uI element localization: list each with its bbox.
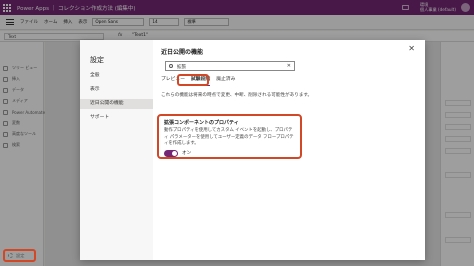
description-text: これらの機能は将来の時点で変更、中断、削除される可能性があります。 xyxy=(161,93,313,98)
search-input[interactable]: 拡張 ✕ xyxy=(165,61,295,71)
toggle-row: オン xyxy=(164,149,295,157)
feature-card: 拡張コンポーネントのプロパティ 動作プロパティを使用してカスタム イベントを起動… xyxy=(157,114,302,159)
gear-icon xyxy=(8,253,13,258)
settings-button[interactable]: 設定 xyxy=(3,249,36,262)
settings-nav: 設定 全般 表示 近日公開の機能 サポート xyxy=(80,40,153,260)
toggle-label: オン xyxy=(182,151,192,156)
clear-icon[interactable]: ✕ xyxy=(287,63,291,69)
nav-item-support[interactable]: サポート xyxy=(80,113,153,123)
search-icon xyxy=(169,64,173,68)
tab-retired[interactable]: 廃止済み xyxy=(216,76,235,86)
close-icon[interactable]: ✕ xyxy=(408,45,415,53)
settings-content: 近日公開の機能 ✕ 拡張 ✕ プレビュー 試験段階 廃止済み これらの機能は将来… xyxy=(153,40,425,260)
nav-item-display[interactable]: 表示 xyxy=(80,85,153,95)
tab-highlight xyxy=(177,74,209,86)
settings-label: 設定 xyxy=(16,252,25,258)
section-title: 近日公開の機能 xyxy=(161,49,204,56)
dialog-title: 設定 xyxy=(90,56,104,64)
nav-item-general[interactable]: 全般 xyxy=(80,71,153,81)
feature-description: 動作プロパティを使用してカスタム イベントを起動し、プロパティ パラメーターを使… xyxy=(164,128,294,146)
settings-dialog: 設定 全般 表示 近日公開の機能 サポート 近日公開の機能 ✕ 拡張 ✕ プレビ… xyxy=(80,40,425,260)
feature-toggle[interactable] xyxy=(164,149,178,157)
feature-title: 拡張コンポーネントのプロパティ xyxy=(164,120,239,126)
nav-item-upcoming-features[interactable]: 近日公開の機能 xyxy=(80,99,153,109)
search-value: 拡張 xyxy=(177,65,186,70)
